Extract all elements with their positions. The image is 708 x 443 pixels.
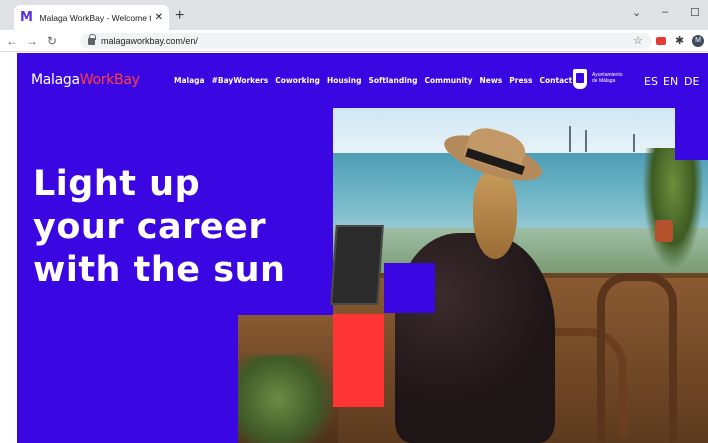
extensions-puzzle-icon[interactable]: ✱	[675, 34, 684, 47]
address-bar[interactable]: malagaworkbay.com/en/	[80, 33, 652, 49]
nav-press[interactable]: Press	[509, 76, 532, 85]
extension-youtube-icon[interactable]	[656, 37, 666, 45]
forward-arrow-icon[interactable]: →	[26, 33, 38, 49]
hero-photo-lower	[238, 315, 338, 443]
decor-red-rect	[333, 314, 384, 407]
browser-toolbar: ← → ↻ malagaworkbay.com/en/ ☆ ✱ M	[0, 30, 708, 52]
chair-back-illustration	[597, 273, 677, 443]
woman-hair-illustration	[473, 171, 517, 259]
new-tab-icon[interactable]: +	[175, 8, 184, 24]
page-hero: MalagaWorkBay Malaga #BayWorkers Coworki…	[17, 53, 708, 443]
city-hall-line-2: de Málaga	[592, 78, 616, 84]
back-arrow-icon[interactable]: ←	[6, 33, 18, 49]
logo-main-text: Malaga	[31, 72, 80, 88]
hero-headline: Light up your career with the sun	[33, 163, 285, 292]
nav-news[interactable]: News	[480, 76, 503, 85]
lang-de[interactable]: DE	[684, 75, 699, 88]
browser-tab[interactable]: M Malaga WorkBay - Welcome to M ✕	[14, 5, 169, 30]
bookmark-star-icon[interactable]: ☆	[633, 34, 643, 47]
profile-avatar[interactable]: M	[692, 35, 704, 47]
nav-coworking[interactable]: Coworking	[275, 76, 320, 85]
headline-line-3: with the sun	[33, 250, 286, 290]
laptop-illustration	[330, 225, 384, 305]
decor-blue-square	[384, 263, 435, 313]
lang-es[interactable]: ES	[644, 75, 658, 88]
nav-contact[interactable]: Contact	[539, 76, 572, 85]
decor-blue-corner	[675, 108, 708, 160]
nav-housing[interactable]: Housing	[327, 76, 362, 85]
headline-line-1: Light up	[33, 164, 201, 204]
minimize-icon[interactable]: –	[662, 6, 668, 18]
tab-title: Malaga WorkBay - Welcome to M	[39, 12, 151, 23]
lang-en[interactable]: EN	[663, 75, 678, 88]
site-favicon-icon: M	[20, 9, 33, 25]
nav-community[interactable]: Community	[424, 76, 472, 85]
nav-bayworkers[interactable]: #BayWorkers	[212, 76, 269, 85]
url-text: malagaworkbay.com/en/	[101, 36, 198, 46]
tab-search-chevron-icon[interactable]: ⌄	[632, 6, 641, 19]
city-hall-label[interactable]: Ayuntamiento de Málaga	[592, 72, 632, 84]
maximize-icon[interactable]: ☐	[690, 6, 700, 19]
main-nav: Malaga #BayWorkers Coworking Housing Sof…	[174, 76, 572, 85]
reload-icon[interactable]: ↻	[47, 33, 57, 49]
nav-softlanding[interactable]: Softlanding	[368, 76, 417, 85]
headline-line-2: your career	[33, 207, 267, 247]
logo-accent-text: WorkBay	[79, 72, 140, 88]
lock-icon	[88, 33, 96, 45]
tab-close-icon[interactable]: ✕	[155, 12, 163, 23]
browser-tabstrip: M Malaga WorkBay - Welcome to M ✕ + ⌄ – …	[0, 0, 708, 30]
city-hall-emblem-icon[interactable]	[573, 69, 587, 89]
site-logo[interactable]: MalagaWorkBay	[31, 72, 140, 88]
nav-malaga[interactable]: Malaga	[174, 76, 205, 85]
